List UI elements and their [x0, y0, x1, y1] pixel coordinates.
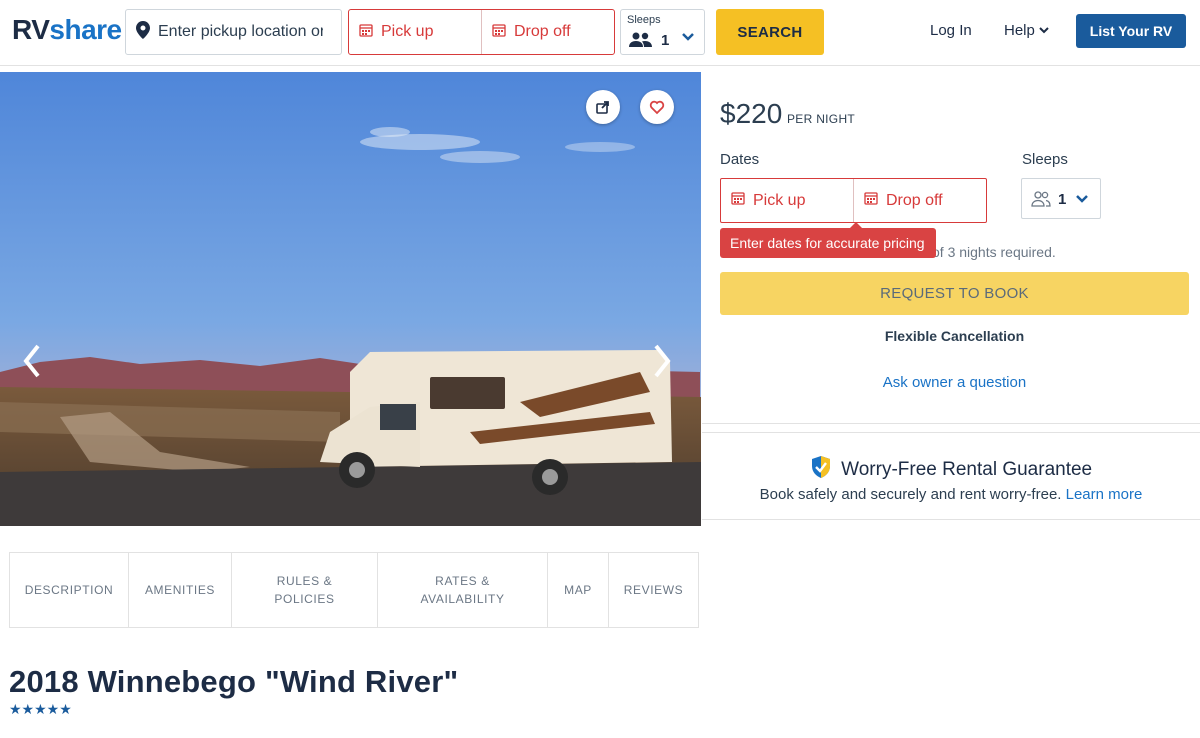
help-menu[interactable]: Help — [1004, 22, 1049, 39]
previous-photo-button[interactable] — [20, 342, 42, 380]
header-dropoff-label: Drop off — [514, 23, 571, 40]
header-sleeps-label: Sleeps — [627, 14, 661, 26]
site-header: RVshare Pick up Drop off Sleeps 1 — [0, 0, 1200, 66]
guarantee-subtitle-row: Book safely and securely and rent worry-… — [702, 486, 1200, 503]
logo-rv-text: RV — [12, 14, 50, 45]
dates-label: Dates — [720, 151, 760, 168]
request-to-book-button[interactable]: REQUEST TO BOOK — [720, 272, 1189, 315]
tab-label: RATES & — [435, 574, 490, 588]
tab-rules-policies[interactable]: RULES & POLICIES — [232, 553, 378, 627]
tab-amenities[interactable]: AMENITIES — [129, 553, 232, 627]
listing-section-tabs: DESCRIPTION AMENITIES RULES & POLICIES R… — [9, 552, 699, 628]
header-pickup-field[interactable]: Pick up — [349, 10, 481, 54]
booking-date-picker[interactable]: Pick up Drop off — [720, 178, 987, 223]
tab-label: AMENITIES — [144, 583, 216, 597]
location-input[interactable] — [158, 23, 323, 41]
tab-description[interactable]: DESCRIPTION — [10, 553, 129, 627]
next-photo-button[interactable] — [652, 342, 674, 380]
tab-label: MAP — [564, 583, 592, 597]
rv-photo — [0, 72, 701, 526]
listing-title: 2018 Winnebego "Wind River" — [9, 664, 459, 699]
tab-label-line2: AVAILABILITY — [420, 592, 505, 606]
guarantee-heading: Worry-Free Rental Guarantee — [702, 455, 1200, 481]
header-pickup-label: Pick up — [381, 23, 434, 40]
booking-pickup-label: Pick up — [753, 191, 806, 209]
tab-label: REVIEWS — [623, 583, 684, 597]
booking-pickup-field[interactable]: Pick up — [721, 179, 853, 222]
booking-sleeps-value: 1 — [1058, 191, 1067, 208]
pricing-tooltip: Enter dates for accurate pricing — [720, 222, 936, 258]
calendar-icon — [864, 191, 878, 210]
calendar-icon — [731, 191, 745, 210]
chevron-left-icon — [20, 342, 42, 380]
guarantee-subtitle: Book safely and securely and rent worry-… — [759, 486, 1062, 503]
cancellation-policy: Flexible Cancellation — [884, 328, 1025, 344]
help-label: Help — [1004, 22, 1035, 39]
header-date-picker[interactable]: Pick up Drop off — [348, 9, 615, 55]
minimum-nights-note: of 3 nights required. — [932, 244, 1056, 260]
rv-photo-gallery[interactable] — [0, 72, 701, 526]
learn-more-link[interactable]: Learn more — [1066, 486, 1143, 503]
rvshare-logo[interactable]: RVshare — [12, 14, 122, 46]
nightly-price: $220 — [720, 98, 783, 129]
per-night-label: PER NIGHT — [787, 112, 856, 126]
chevron-down-icon — [1075, 192, 1089, 211]
location-search-field[interactable] — [125, 9, 342, 55]
search-button[interactable]: SEARCH — [716, 9, 824, 55]
tab-label-line2: POLICIES — [274, 592, 335, 606]
logo-share-text: share — [49, 14, 122, 45]
person-outline-icon — [1031, 191, 1051, 212]
header-sleeps-value: 1 — [661, 32, 670, 49]
tab-label: RULES & — [276, 574, 333, 588]
tab-rates-availability[interactable]: RATES & AVAILABILITY — [378, 553, 548, 627]
tab-map[interactable]: MAP — [548, 553, 609, 627]
ask-owner-link[interactable]: Ask owner a question — [720, 374, 1189, 391]
chevron-right-icon — [652, 342, 674, 380]
calendar-icon — [359, 23, 373, 42]
login-link[interactable]: Log In — [930, 22, 972, 39]
chevron-down-icon — [681, 30, 695, 49]
tab-reviews[interactable]: REVIEWS — [609, 553, 698, 627]
favorite-button[interactable] — [640, 90, 674, 124]
chevron-down-icon — [1039, 22, 1049, 39]
booking-dropoff-field[interactable]: Drop off — [853, 179, 986, 222]
map-pin-icon — [136, 20, 150, 44]
sleeps-label: Sleeps — [1022, 151, 1068, 168]
rental-guarantee-panel: Worry-Free Rental Guarantee Book safely … — [702, 432, 1200, 520]
share-button[interactable] — [586, 90, 620, 124]
header-sleeps-select[interactable]: Sleeps 1 — [620, 9, 705, 55]
calendar-icon — [492, 23, 506, 42]
booking-dropoff-label: Drop off — [886, 191, 943, 209]
people-icon — [629, 32, 653, 53]
heart-icon — [649, 99, 665, 115]
shield-icon — [810, 456, 837, 480]
star-rating[interactable]: ★★★★★ — [9, 701, 72, 718]
booking-sleeps-select[interactable]: 1 — [1021, 178, 1101, 219]
header-dropoff-field[interactable]: Drop off — [481, 10, 614, 54]
booking-panel: $220 PER NIGHT Dates Sleeps Pick up Drop… — [702, 72, 1200, 424]
share-icon — [595, 99, 611, 115]
list-your-rv-button[interactable]: List Your RV — [1076, 14, 1186, 48]
guarantee-title: Worry-Free Rental Guarantee — [841, 459, 1093, 480]
tab-label: DESCRIPTION — [24, 583, 114, 597]
